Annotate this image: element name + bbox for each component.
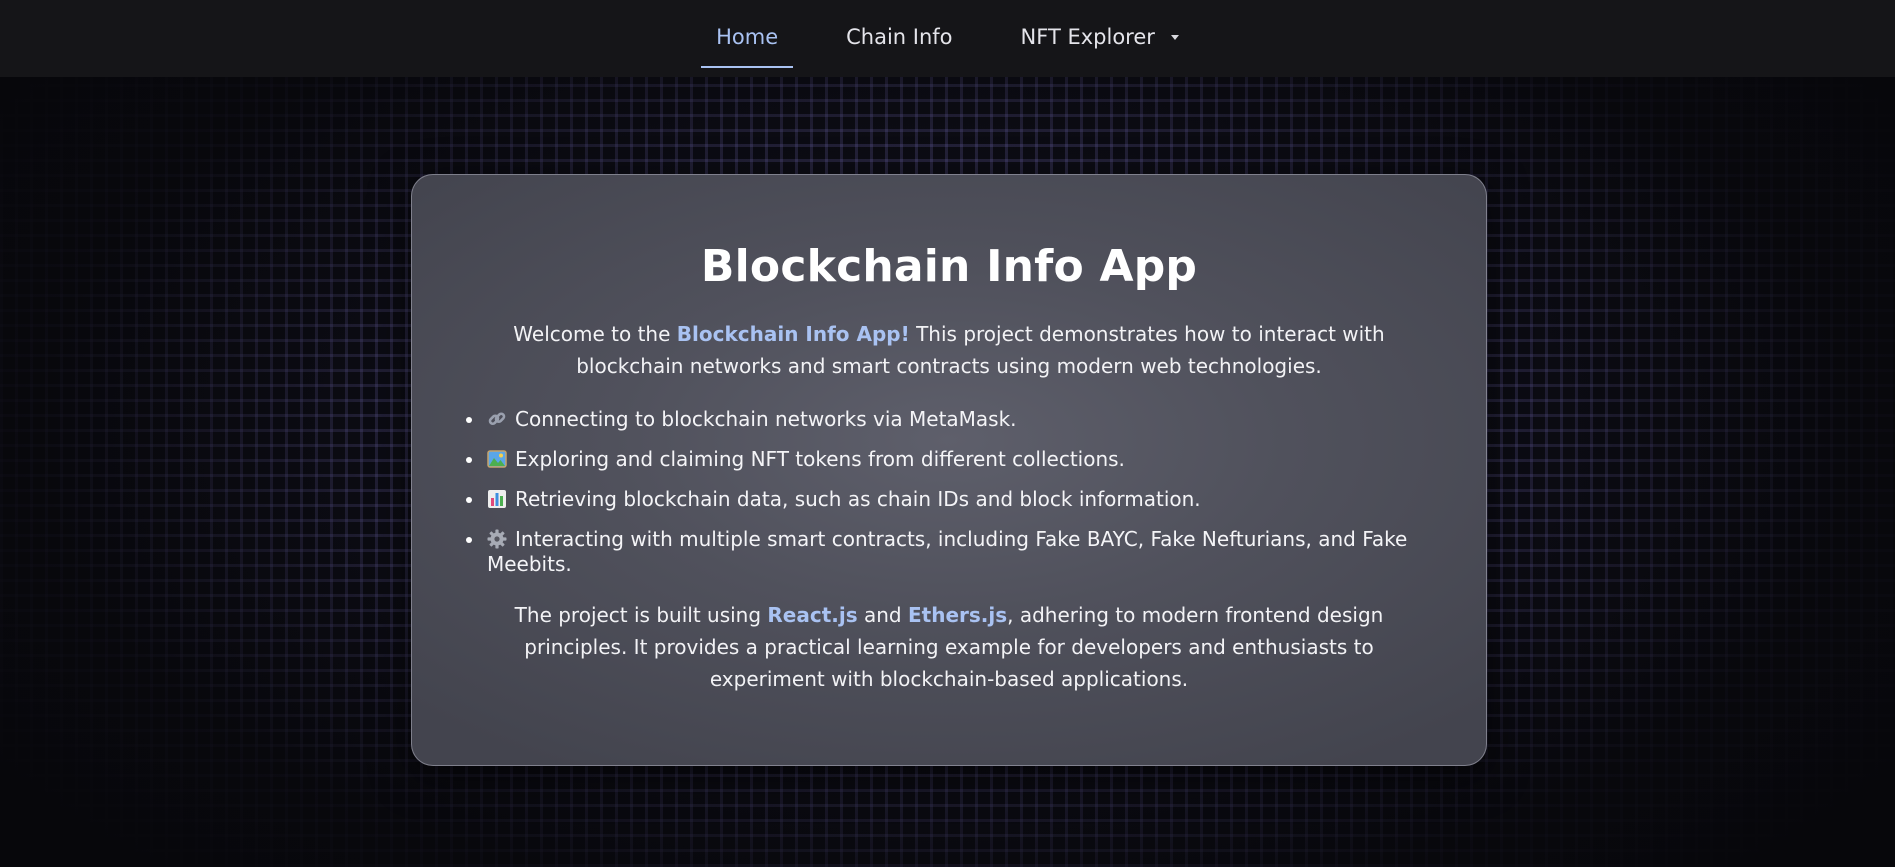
link-icon xyxy=(488,412,506,426)
list-item: Connecting to blockchain networks via Me… xyxy=(465,407,1440,432)
nav-list: Home Chain Info NFT Explorer xyxy=(682,0,1213,77)
nav-item-chain-info-label: Chain Info xyxy=(846,24,953,49)
list-item: Exploring and claiming NFT tokens from d… xyxy=(465,447,1440,472)
react-link: React.js xyxy=(767,603,858,627)
intro-text-before: Welcome to the xyxy=(513,322,677,346)
nav-item-home[interactable]: Home xyxy=(701,0,794,77)
outro-paragraph: The project is built using React.js and … xyxy=(458,599,1440,695)
chevron-down-icon xyxy=(1170,35,1179,40)
outro-text-middle: and xyxy=(857,603,908,627)
list-item: Retrieving blockchain data, such as chai… xyxy=(465,487,1440,512)
info-card: Blockchain Info App Welcome to the Block… xyxy=(411,174,1487,766)
nav-item-nft-explorer-label: NFT Explorer xyxy=(1020,24,1155,49)
outro-text-before: The project is built using xyxy=(514,603,768,627)
gear-icon xyxy=(487,529,507,549)
top-navbar: Home Chain Info NFT Explorer xyxy=(0,0,1895,77)
feature-list: Connecting to blockchain networks via Me… xyxy=(458,407,1440,577)
intro-paragraph: Welcome to the Blockchain Info App! This… xyxy=(458,318,1440,382)
intro-highlight: Blockchain Info App! xyxy=(676,322,910,346)
page-title: Blockchain Info App xyxy=(700,241,1198,292)
bar-chart-icon xyxy=(488,490,506,508)
picture-icon xyxy=(487,450,507,468)
list-item: Interacting with multiple smart contract… xyxy=(465,527,1440,577)
nav-item-home-label: Home xyxy=(716,24,779,49)
feature-text: Retrieving blockchain data, such as chai… xyxy=(515,487,1201,511)
ethers-link: Ethers.js xyxy=(907,603,1008,627)
nav-item-nft-explorer[interactable]: NFT Explorer xyxy=(1006,0,1194,77)
feature-text: Interacting with multiple smart contract… xyxy=(487,527,1408,576)
feature-text: Exploring and claiming NFT tokens from d… xyxy=(515,447,1125,471)
feature-text: Connecting to blockchain networks via Me… xyxy=(515,407,1017,431)
nav-item-chain-info[interactable]: Chain Info xyxy=(831,0,967,77)
